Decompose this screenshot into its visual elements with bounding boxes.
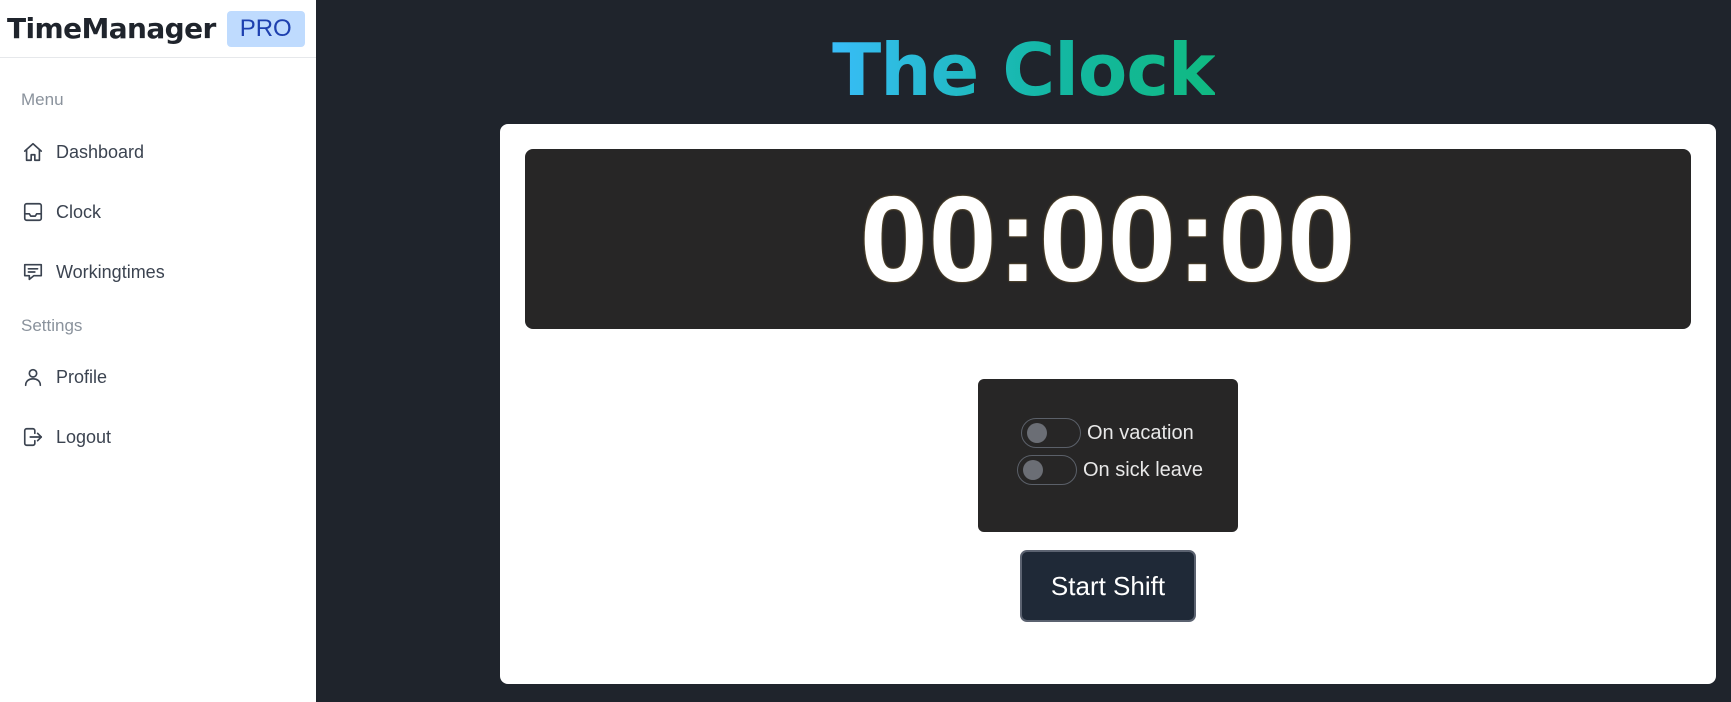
vacation-toggle-row[interactable]: On vacation	[1021, 418, 1194, 448]
sidebar-item-label: Workingtimes	[56, 261, 165, 282]
brand: TimeManager PRO	[0, 0, 316, 58]
vacation-toggle[interactable]	[1021, 418, 1081, 448]
inbox-icon	[21, 200, 45, 224]
vacation-toggle-label: On vacation	[1087, 421, 1194, 444]
sick-leave-toggle[interactable]	[1017, 455, 1077, 485]
status-toggles-panel: On vacation On sick leave	[978, 379, 1238, 532]
timer-display: 00:00:00	[525, 149, 1691, 329]
timer-value: 00:00:00	[859, 171, 1357, 307]
clock-card: 00:00:00 On vacation On sick leave Start…	[500, 124, 1716, 684]
sidebar-item-label: Dashboard	[56, 141, 145, 162]
sidebar-item-label: Clock	[56, 201, 102, 222]
user-icon	[21, 365, 45, 389]
page-title: The Clock	[316, 28, 1731, 112]
brand-name: TimeManager	[7, 12, 216, 45]
chat-icon	[21, 260, 45, 284]
sidebar: TimeManager PRO Menu Dashboard Clock Wor…	[0, 0, 316, 702]
menu-section-label: Menu	[21, 90, 64, 109]
start-shift-button[interactable]: Start Shift	[1020, 550, 1196, 622]
sidebar-item-workingtimes[interactable]: Workingtimes	[21, 257, 165, 287]
sidebar-item-label: Profile	[56, 366, 108, 387]
sidebar-item-clock[interactable]: Clock	[21, 197, 101, 227]
toggle-knob	[1027, 423, 1047, 443]
logout-icon	[21, 425, 45, 449]
sidebar-item-dashboard[interactable]: Dashboard	[21, 137, 144, 167]
sick-leave-toggle-row[interactable]: On sick leave	[1017, 455, 1203, 485]
home-icon	[21, 140, 45, 164]
pro-badge: PRO	[226, 10, 305, 47]
sidebar-item-profile[interactable]: Profile	[21, 362, 107, 392]
sidebar-item-logout[interactable]: Logout	[21, 422, 111, 452]
sick-leave-toggle-label: On sick leave	[1083, 458, 1204, 481]
settings-section-label: Settings	[21, 316, 83, 335]
page-title-text: The Clock	[832, 28, 1216, 112]
sidebar-item-label: Logout	[56, 426, 112, 447]
toggle-knob	[1023, 460, 1043, 480]
